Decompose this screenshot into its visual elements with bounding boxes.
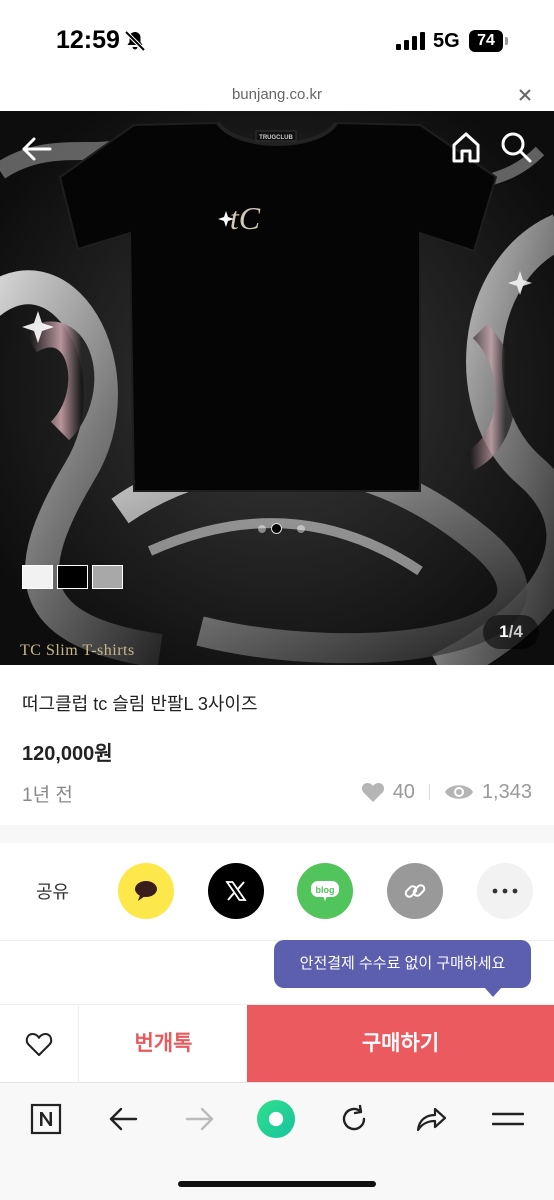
more-dots-icon — [492, 888, 518, 894]
kakao-share-button[interactable] — [118, 863, 174, 919]
naver-n-icon — [30, 1103, 62, 1135]
link-icon — [404, 884, 426, 898]
page-total: 4 — [513, 622, 523, 641]
page-counter: 1/4 — [483, 615, 539, 649]
forward-icon — [185, 1107, 214, 1131]
battery-tip — [505, 37, 508, 45]
home-icon[interactable] — [448, 129, 484, 165]
color-thumbnail-black[interactable] — [57, 565, 88, 589]
product-title: 떠그클럽 tc 슬림 반팔L 3사이즈 — [22, 694, 258, 714]
green-circle-icon — [256, 1099, 296, 1139]
naver-home-button[interactable] — [26, 1099, 66, 1139]
url-text[interactable]: bunjang.co.kr — [0, 86, 554, 103]
heart-outline-icon — [25, 1032, 53, 1056]
green-dot-button[interactable] — [256, 1099, 296, 1139]
product-image-carousel[interactable]: TRUGCLUB tC 1/4 TC Slim T-shirts — [0, 111, 554, 665]
share-icon — [416, 1107, 447, 1132]
more-share-button[interactable] — [477, 863, 533, 919]
signal-icon — [396, 32, 425, 50]
blog-icon: blog — [311, 881, 339, 901]
eye-icon — [444, 785, 473, 799]
menu-icon — [492, 1112, 524, 1126]
tooltip-arrow — [484, 987, 502, 997]
views-count: 1,343 — [481, 780, 532, 803]
reload-icon — [342, 1104, 366, 1131]
carousel-dot-active[interactable] — [271, 523, 282, 534]
status-time: 12:59 — [56, 26, 120, 54]
likes-count: 40 — [392, 780, 415, 803]
home-indicator — [178, 1181, 376, 1187]
x-logo-icon — [225, 881, 247, 901]
status-bar: 12:59 5G 74 — [0, 0, 554, 80]
close-icon[interactable] — [514, 84, 536, 106]
carousel-dots — [252, 520, 312, 536]
menu-button[interactable] — [488, 1099, 528, 1139]
color-thumbnail-grey[interactable] — [92, 565, 123, 589]
color-thumbnail-white[interactable] — [22, 565, 53, 589]
heart-icon — [361, 783, 384, 802]
action-bar: 번개톡 구매하기 — [0, 1004, 554, 1082]
forward-button[interactable] — [180, 1099, 220, 1139]
share-label: 공유 — [36, 882, 70, 902]
shirt-logo: tC — [230, 200, 261, 236]
blog-label: blog — [316, 885, 335, 895]
carousel-dot[interactable] — [297, 525, 305, 533]
url-bar[interactable]: bunjang.co.kr — [0, 80, 554, 110]
battery-icon: 74 — [469, 30, 503, 52]
share-button[interactable] — [411, 1099, 451, 1139]
image-caption: TC Slim T-shirts — [20, 642, 135, 659]
back-button[interactable] — [103, 1099, 143, 1139]
back-icon — [109, 1107, 138, 1131]
section-divider — [0, 825, 554, 843]
reload-button[interactable] — [334, 1099, 374, 1139]
page-current: 1 — [499, 622, 509, 641]
buy-button[interactable]: 구매하기 — [247, 1005, 554, 1082]
x-share-button[interactable] — [208, 863, 264, 919]
posted-time: 1년 전 — [22, 785, 73, 806]
product-price: 120,000원 — [22, 743, 113, 765]
speech-bubble-icon — [135, 881, 157, 901]
product-stats: 40 1,343 — [361, 778, 532, 806]
back-arrow-icon[interactable] — [18, 131, 54, 167]
network-label: 5G — [433, 30, 460, 52]
copy-link-button[interactable] — [387, 863, 443, 919]
blog-share-button[interactable]: blog — [297, 863, 353, 919]
safe-payment-tooltip: 안전결제 수수료 없이 구매하세요 — [274, 940, 531, 988]
carousel-dot[interactable] — [258, 525, 266, 533]
bell-slash-icon — [124, 30, 146, 52]
search-icon[interactable] — [498, 129, 534, 165]
chat-button[interactable]: 번개톡 — [80, 1005, 247, 1082]
stats-divider — [428, 784, 430, 800]
favorite-button[interactable] — [0, 1005, 79, 1082]
shirt-neck-label: TRUGCLUB — [259, 135, 293, 141]
